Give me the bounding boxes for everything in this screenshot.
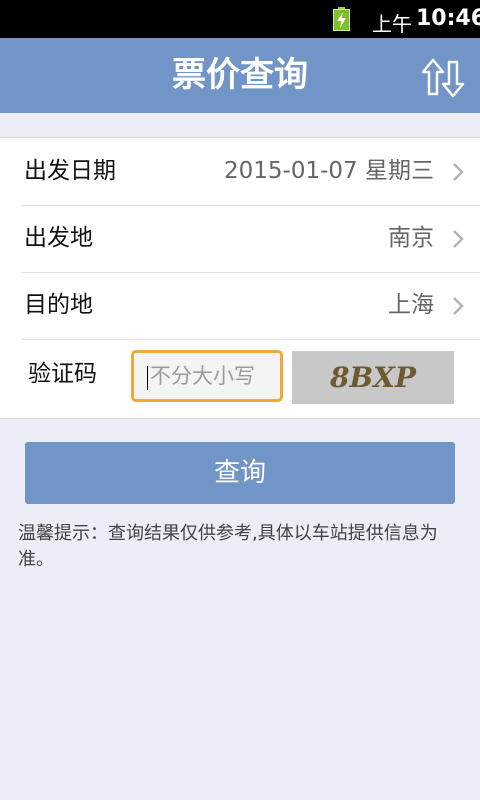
query-form: 出发日期 2015-01-07 星期三 出发地 南京 目的地 上海 验证码 不分… [0,137,480,419]
destination-label: 目的地 [24,292,93,318]
captcha-text: 8BXP [329,361,417,394]
origin-row[interactable]: 出发地 南京 [22,205,480,273]
page-title: 票价查询 [172,55,308,95]
origin-value: 南京 [388,225,434,251]
captcha-label: 验证码 [28,361,97,387]
status-bar: 上午 10:46 [0,0,480,38]
status-ampm: 上午 [372,12,412,36]
chevron-right-icon [453,163,464,181]
battery-charging-icon [333,7,350,31]
swap-icon[interactable] [420,58,466,98]
departure-date-value: 2015-01-07 星期三 [224,158,434,184]
departure-date-label: 出发日期 [24,158,116,184]
destination-row[interactable]: 目的地 上海 [22,272,480,340]
captcha-placeholder: 不分大小写 [150,364,255,388]
captcha-input[interactable]: 不分大小写 [131,350,283,402]
chevron-right-icon [453,297,464,315]
query-button[interactable]: 查询 [25,442,455,504]
origin-label: 出发地 [24,225,93,251]
chevron-right-icon [453,230,464,248]
captcha-image[interactable]: 8BXP [292,351,454,404]
title-bar: 票价查询 [0,38,480,113]
departure-date-row[interactable]: 出发日期 2015-01-07 星期三 [22,138,480,206]
text-caret [147,366,148,390]
status-time: 10:46 [416,6,480,31]
destination-value: 上海 [388,292,434,318]
tip-text: 温馨提示：查询结果仅供参考,具体以车站提供信息为准。 [18,523,438,570]
